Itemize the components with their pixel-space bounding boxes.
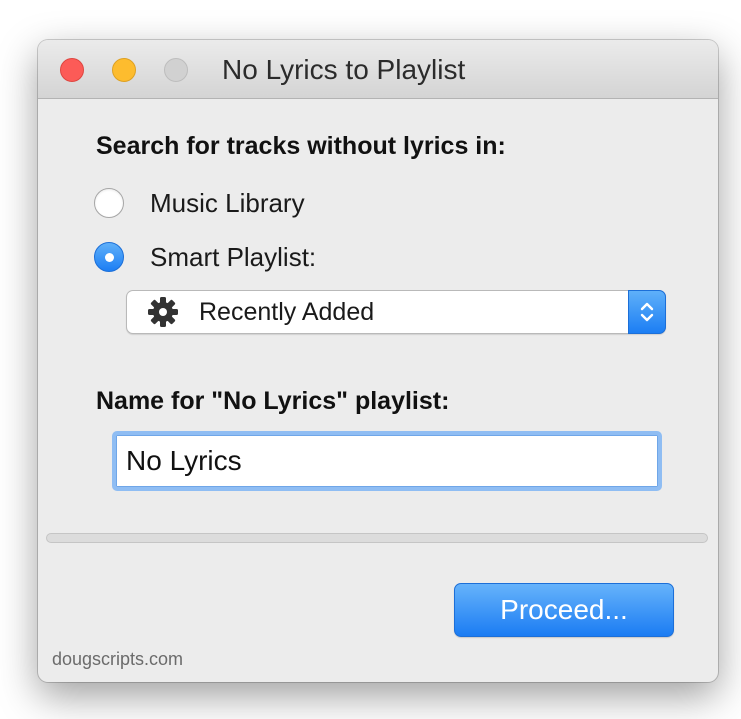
- proceed-button[interactable]: Proceed...: [454, 583, 674, 637]
- close-window-button[interactable]: [60, 58, 84, 82]
- music-library-label[interactable]: Music Library: [150, 188, 305, 219]
- radio-option-smart-playlist[interactable]: Smart Playlist:: [94, 240, 316, 274]
- chevron-up-down-icon: [640, 302, 654, 322]
- zoom-window-button: [164, 58, 188, 82]
- title-bar[interactable]: No Lyrics to Playlist: [38, 40, 718, 99]
- popup-stepper[interactable]: [628, 290, 666, 334]
- smart-playlist-popup[interactable]: Recently Added: [126, 290, 666, 334]
- window-title: No Lyrics to Playlist: [222, 54, 466, 85]
- gear-icon: [148, 297, 178, 327]
- dialog-window: No Lyrics to Playlist Search for tracks …: [38, 40, 718, 682]
- search-heading: Search for tracks without lyrics in:: [96, 132, 506, 160]
- music-library-radio[interactable]: [94, 188, 124, 218]
- playlist-name-field[interactable]: [112, 431, 662, 491]
- playlist-name-input[interactable]: [126, 441, 646, 481]
- name-heading: Name for "No Lyrics" playlist:: [96, 387, 450, 415]
- progress-bar: [46, 533, 708, 543]
- radio-selected-dot: [105, 253, 114, 262]
- credit-text: dougscripts.com: [52, 649, 184, 669]
- popup-selected-value: Recently Added: [199, 298, 375, 326]
- smart-playlist-radio[interactable]: [94, 242, 124, 272]
- minimize-window-button[interactable]: [112, 58, 136, 82]
- smart-playlist-label[interactable]: Smart Playlist:: [150, 242, 316, 273]
- radio-option-music-library[interactable]: Music Library: [94, 186, 305, 220]
